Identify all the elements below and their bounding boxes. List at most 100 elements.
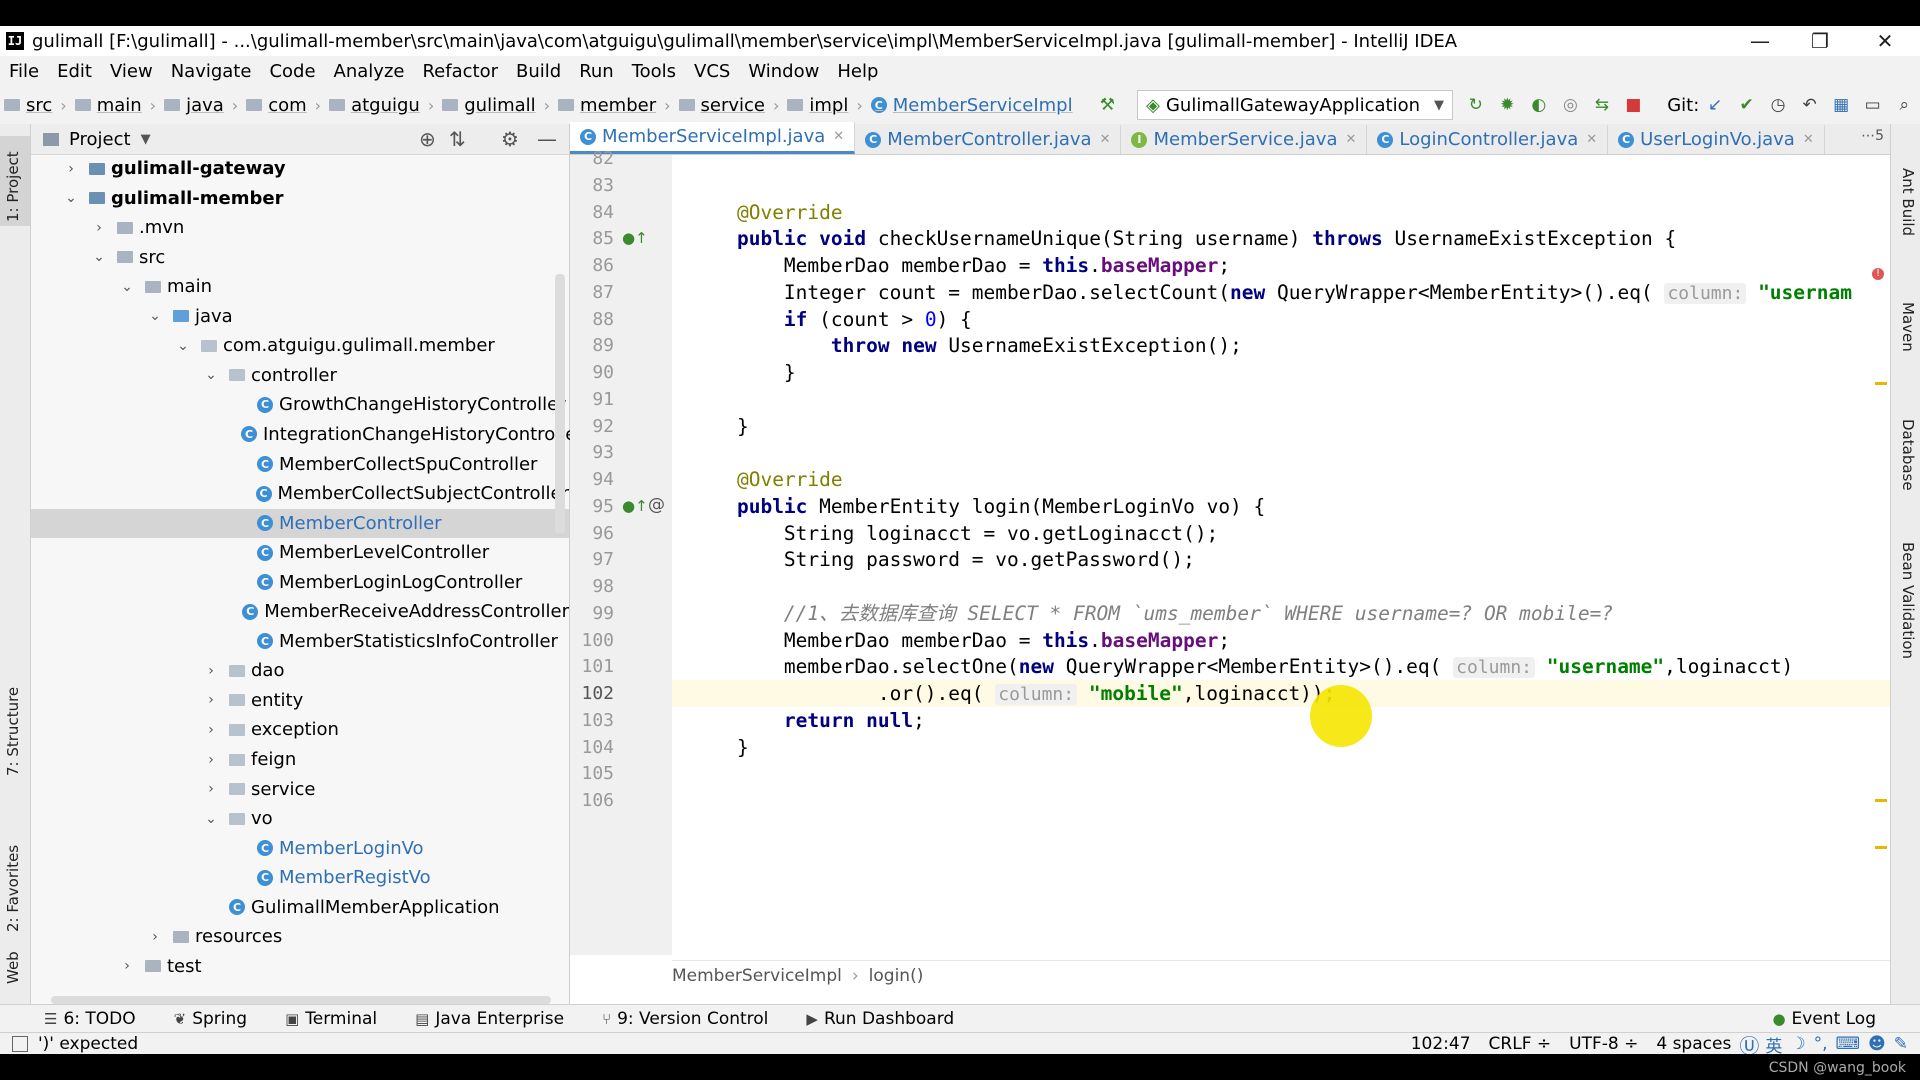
editor-tab[interactable]: C LoginController.java ✕ xyxy=(1367,125,1609,154)
code-area[interactable]: @Override public void checkUsernameUniqu… xyxy=(672,155,1890,925)
hammer-build-icon[interactable]: ⚒ xyxy=(1099,94,1117,116)
tool-tab-database[interactable]: Database xyxy=(1899,419,1917,491)
tool-tab-bean-validation[interactable]: Bean Validation xyxy=(1899,542,1917,659)
tree-item[interactable]: C MemberLevelController xyxy=(31,538,569,567)
tree-item[interactable]: › service xyxy=(31,775,569,804)
tool-tab-favorites[interactable]: 2: Favorites xyxy=(4,845,22,932)
tree-item[interactable]: ⌄ vo xyxy=(31,804,569,833)
chevron-down-icon[interactable]: ⌄ xyxy=(63,190,79,206)
nav-crumb-service[interactable]: service xyxy=(675,95,769,116)
tree-item[interactable]: › test xyxy=(31,952,569,981)
code-line[interactable]: @Override xyxy=(690,466,843,493)
profile-icon[interactable]: ◎ xyxy=(1562,94,1580,116)
nav-crumb-impl[interactable]: impl xyxy=(783,95,852,116)
tree-item[interactable]: C MemberCollectSubjectController xyxy=(31,479,569,508)
close-tab-icon[interactable]: ✕ xyxy=(1803,132,1814,147)
editor-tab[interactable]: C MemberController.java ✕ xyxy=(855,125,1122,154)
chevron-down-icon[interactable]: ⌄ xyxy=(203,811,219,827)
tree-item[interactable]: C MemberLoginVo xyxy=(31,834,569,863)
menu-window[interactable]: Window xyxy=(739,61,828,82)
tree-horizontal-scrollbar[interactable] xyxy=(51,996,551,1004)
nav-crumb-java[interactable]: java xyxy=(160,95,228,116)
code-line[interactable]: return null; xyxy=(690,707,925,734)
hide-panel-icon[interactable]: — xyxy=(537,127,557,151)
tree-item[interactable]: C MemberCollectSpuController xyxy=(31,450,569,479)
tree-item[interactable]: › gulimall-gateway xyxy=(31,154,569,183)
menu-navigate[interactable]: Navigate xyxy=(162,61,261,82)
tree-item[interactable]: C GrowthChangeHistoryController xyxy=(31,390,569,419)
tree-item[interactable]: C MemberLoginLogController xyxy=(31,568,569,597)
file-encoding[interactable]: UTF-8 ÷ xyxy=(1569,1034,1638,1054)
git-rollback-icon[interactable]: ↶ xyxy=(1801,94,1819,116)
tool-tab-structure[interactable]: 7: Structure xyxy=(4,687,22,776)
chevron-down-icon[interactable]: ⌄ xyxy=(91,249,107,265)
code-line[interactable]: .or().eq( column: "mobile",loginacct)); xyxy=(690,680,1335,707)
warning-stripe[interactable] xyxy=(1875,799,1887,802)
chevron-right-icon[interactable]: › xyxy=(203,663,219,679)
tool-window-button[interactable]: ⑂ 9: Version Control xyxy=(602,1009,768,1029)
tree-item[interactable]: › dao xyxy=(31,656,569,685)
menu-help[interactable]: Help xyxy=(828,61,887,82)
chevron-right-icon[interactable]: › xyxy=(119,958,135,974)
editor-tab[interactable]: C UserLoginVo.java ✕ xyxy=(1608,125,1825,154)
git-commit-icon[interactable]: ✔ xyxy=(1738,94,1756,116)
menu-analyze[interactable]: Analyze xyxy=(325,61,414,82)
rerun-icon[interactable]: ↻ xyxy=(1467,94,1485,116)
tool-tab-web[interactable]: Web xyxy=(4,951,22,984)
indent-setting[interactable]: 4 spaces xyxy=(1656,1034,1731,1054)
debug-icon[interactable]: ✹ xyxy=(1499,94,1517,116)
tree-item[interactable]: ⌄ src xyxy=(31,243,569,272)
nav-crumb-member[interactable]: member xyxy=(554,95,660,116)
git-update-icon[interactable]: ↙ xyxy=(1706,94,1724,116)
menu-view[interactable]: View xyxy=(101,61,162,82)
stop-icon[interactable]: ■ xyxy=(1625,94,1643,116)
code-line[interactable]: } xyxy=(690,734,749,761)
restore-button[interactable]: ❐ xyxy=(1790,26,1850,56)
chevron-down-icon[interactable]: ⌄ xyxy=(203,367,219,383)
menu-edit[interactable]: Edit xyxy=(48,61,101,82)
chevron-down-icon[interactable]: ⌄ xyxy=(175,338,191,354)
moon-icon[interactable]: ☽ xyxy=(1790,1034,1805,1054)
code-line[interactable]: throw new UsernameExistException(); xyxy=(690,332,1242,359)
minimize-button[interactable]: — xyxy=(1730,26,1790,56)
code-line[interactable]: @Override xyxy=(690,199,843,226)
error-indicator-icon[interactable]: ! xyxy=(1872,268,1884,280)
keyboard-icon[interactable]: ⌨ xyxy=(1835,1034,1860,1054)
project-view-label[interactable]: Project xyxy=(69,129,131,150)
tree-item[interactable]: › resources xyxy=(31,922,569,951)
tool-window-button[interactable]: ❦ Spring xyxy=(174,1009,247,1029)
tree-item[interactable]: ⌄ java xyxy=(31,302,569,331)
code-line[interactable]: } xyxy=(690,413,749,440)
menu-file[interactable]: File xyxy=(0,61,48,82)
wrench-icon[interactable]: ✎ xyxy=(1894,1034,1908,1054)
chevron-down-icon[interactable]: ▼ xyxy=(141,132,151,147)
code-line[interactable]: MemberDao memberDao = this.baseMapper; xyxy=(690,252,1230,279)
chevron-right-icon[interactable]: › xyxy=(203,692,219,708)
nav-crumb-main[interactable]: main xyxy=(71,95,146,116)
tree-item[interactable]: › .mvn xyxy=(31,213,569,242)
tree-item[interactable]: › exception xyxy=(31,715,569,744)
annotation-icon[interactable]: @ xyxy=(648,495,665,515)
attach-icon[interactable]: ⇆ xyxy=(1593,94,1611,116)
breadcrumb-class[interactable]: MemberServiceImpl xyxy=(672,966,842,986)
tool-window-button[interactable]: ☰ 6: TODO xyxy=(44,1009,136,1029)
chevron-down-icon[interactable]: ⌄ xyxy=(147,308,163,324)
collapse-all-icon[interactable]: ⇅ xyxy=(449,127,466,151)
menu-code[interactable]: Code xyxy=(260,61,324,82)
caret-position[interactable]: 102:47 xyxy=(1411,1034,1471,1054)
chevron-right-icon[interactable]: › xyxy=(147,929,163,945)
code-line[interactable]: if (count > 0) { xyxy=(690,306,972,333)
chevron-right-icon[interactable]: › xyxy=(63,161,79,177)
menu-refactor[interactable]: Refactor xyxy=(413,61,507,82)
nav-crumb-class[interactable]: C MemberServiceImpl xyxy=(867,95,1077,116)
code-line[interactable]: memberDao.selectOne(new QueryWrapper<Mem… xyxy=(690,653,1793,680)
git-history-icon[interactable]: ◷ xyxy=(1769,94,1787,116)
tool-tab-ant-build[interactable]: Ant Build xyxy=(1899,168,1917,236)
implements-method-icon[interactable]: ●↑ xyxy=(622,229,648,247)
run-config-select[interactable]: ◈ GulimallGatewayApplication ▼ xyxy=(1137,90,1453,120)
tool-window-button[interactable]: ▣ Terminal xyxy=(285,1009,377,1029)
menu-build[interactable]: Build xyxy=(507,61,570,82)
warning-stripe[interactable] xyxy=(1875,382,1887,385)
search-icon[interactable]: ⌕ xyxy=(1895,94,1913,116)
close-button[interactable]: ✕ xyxy=(1855,26,1915,56)
